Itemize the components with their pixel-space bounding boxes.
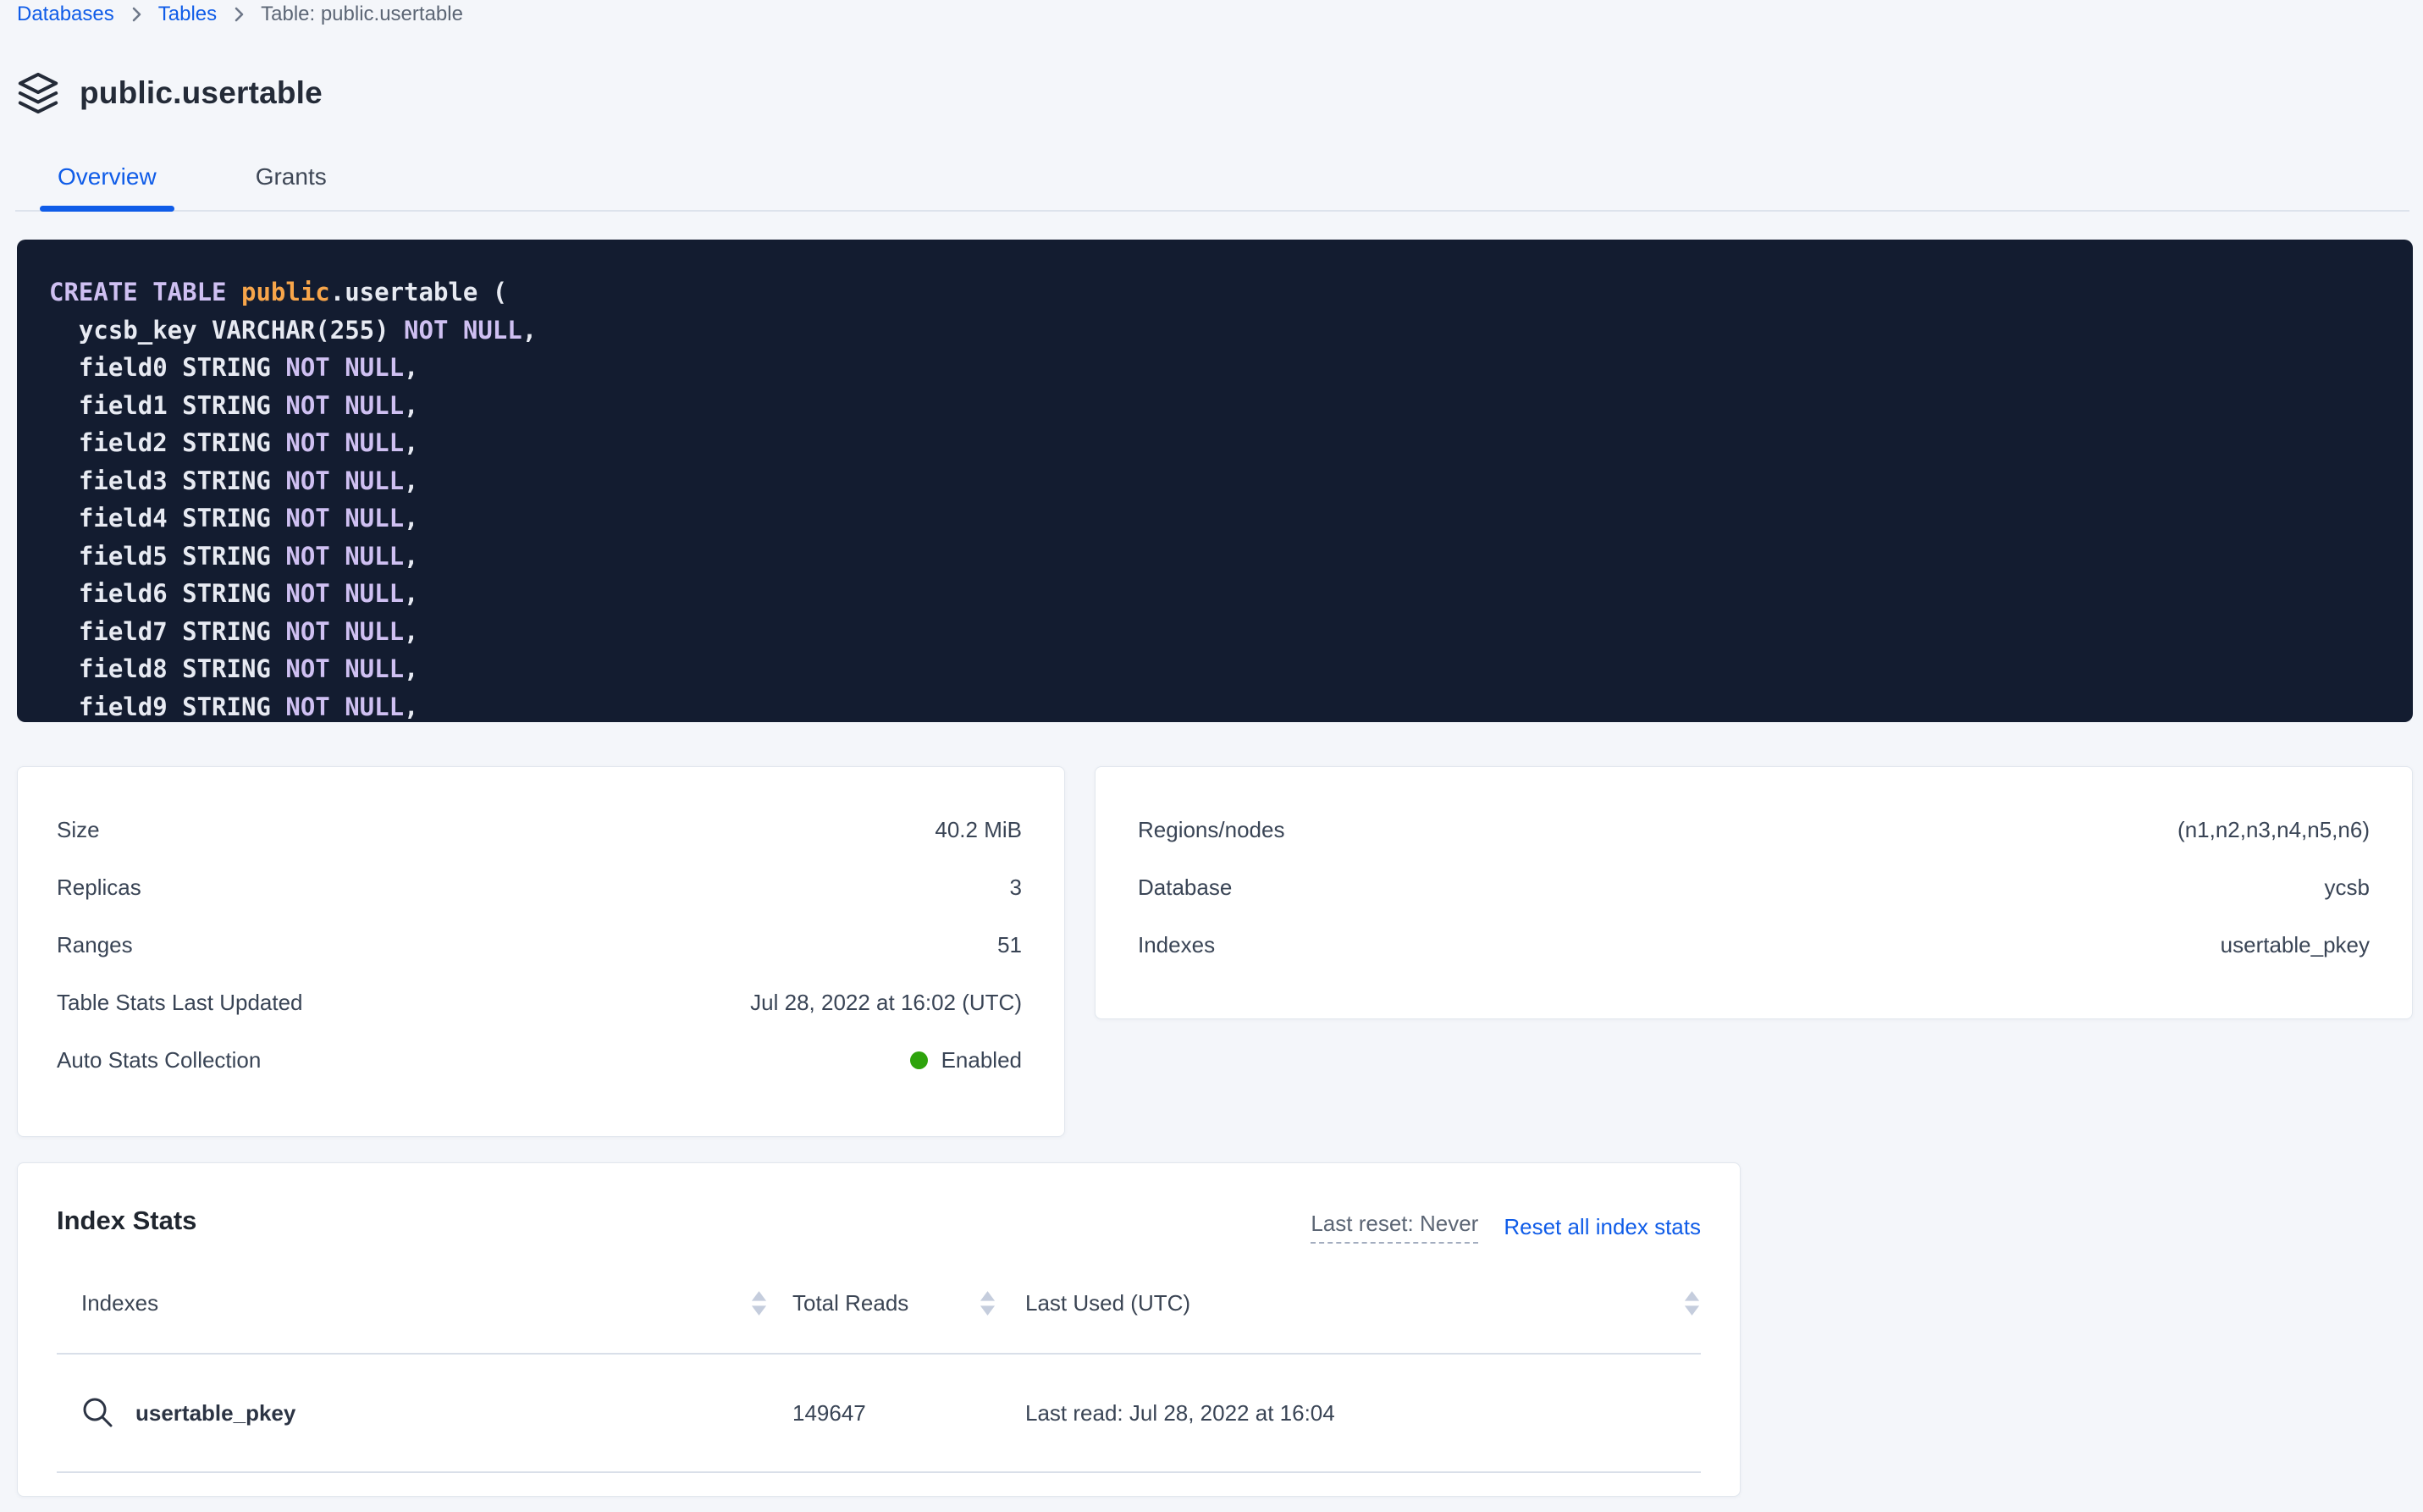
- chevron-right-icon: [232, 5, 246, 24]
- column-header-indexes[interactable]: Indexes: [57, 1289, 768, 1317]
- index-last-used: Last read: Jul 28, 2022 at 16:04: [996, 1400, 1701, 1426]
- page-title: public.usertable: [80, 75, 323, 111]
- table-meta-card: Regions/nodes (n1,n2,n3,n4,n5,n6) Database…: [1095, 766, 2413, 1019]
- detail-value: Jul 28, 2022 at 16:02 (UTC): [750, 990, 1022, 1016]
- column-header-indexes-label: Indexes: [81, 1290, 158, 1316]
- detail-value: 40.2 MiB: [935, 817, 1022, 843]
- create-table-statement: CREATE TABLE public.usertable ( ycsb_key…: [17, 240, 2413, 722]
- chevron-right-icon: [130, 5, 143, 24]
- column-header-total-reads-label: Total Reads: [792, 1290, 908, 1316]
- sql-line: ycsb_key VARCHAR(255) NOT NULL,: [49, 312, 2413, 350]
- breadcrumb-databases[interactable]: Databases: [17, 3, 114, 26]
- detail-row: Regions/nodes (n1,n2,n3,n4,n5,n6): [1138, 801, 2370, 858]
- sql-line: field3 STRING NOT NULL,: [49, 462, 2413, 500]
- column-header-last-used-label: Last Used (UTC): [1025, 1290, 1190, 1316]
- index-stats-header: Index Stats Last reset: Never Reset all …: [18, 1163, 1740, 1253]
- column-header-total-reads[interactable]: Total Reads: [768, 1289, 996, 1317]
- detail-label: Size: [57, 817, 100, 843]
- sort-arrows-icon: [979, 1289, 996, 1317]
- detail-label: Auto Stats Collection: [57, 1047, 261, 1073]
- index-total-reads: 149647: [768, 1400, 996, 1426]
- detail-row: Indexes usertable_pkey: [1138, 916, 2370, 974]
- sql-line: field0 STRING NOT NULL,: [49, 349, 2413, 387]
- detail-label: Indexes: [1138, 932, 1215, 958]
- detail-value: Enabled: [910, 1047, 1022, 1073]
- enabled-status-dot-icon: [910, 1051, 928, 1069]
- table-details-card: Size 40.2 MiB Replicas 3 Ranges 51 Table Stats…: [17, 766, 1065, 1137]
- detail-value: (n1,n2,n3,n4,n5,n6): [2177, 817, 2370, 843]
- sql-line: field2 STRING NOT NULL,: [49, 424, 2413, 462]
- tab-grants[interactable]: Grants: [238, 156, 345, 210]
- detail-value: ycsb: [2325, 875, 2370, 901]
- sql-line: field5 STRING NOT NULL,: [49, 538, 2413, 576]
- sql-line: field1 STRING NOT NULL,: [49, 387, 2413, 425]
- sql-code: CREATE TABLE public.usertable ( ycsb_key…: [49, 273, 2413, 722]
- sql-line: CREATE TABLE public.usertable (: [49, 273, 2413, 312]
- detail-row: Auto Stats Collection Enabled: [57, 1031, 1022, 1089]
- last-reset-label: Last reset: Never: [1311, 1211, 1478, 1244]
- detail-label: Table Stats Last Updated: [57, 990, 303, 1016]
- detail-value: usertable_pkey: [2221, 932, 2370, 958]
- detail-label: Ranges: [57, 932, 133, 958]
- tab-overview[interactable]: Overview: [40, 156, 174, 210]
- sort-arrows-icon: [750, 1289, 768, 1317]
- search-icon: [81, 1396, 115, 1430]
- column-header-last-used[interactable]: Last Used (UTC): [996, 1289, 1701, 1317]
- index-table-header-row: Indexes Total Reads Last Used (UTC): [57, 1253, 1701, 1355]
- detail-value: 3: [1010, 875, 1022, 901]
- index-stats-row: usertable_pkey 149647Last read: Jul 28, 2…: [57, 1355, 1701, 1473]
- detail-label: Database: [1138, 875, 1232, 901]
- detail-row: Replicas 3: [57, 858, 1022, 916]
- breadcrumb-tables[interactable]: Tables: [158, 3, 217, 26]
- breadcrumb-current: Table: public.usertable: [261, 3, 463, 26]
- sort-arrows-icon: [1683, 1289, 1701, 1317]
- detail-row: Size 40.2 MiB: [57, 801, 1022, 858]
- detail-value: 51: [997, 932, 1022, 958]
- detail-row: Table Stats Last Updated Jul 28, 2022 at …: [57, 974, 1022, 1031]
- tabs: Overview Grants: [15, 156, 2409, 212]
- detail-label: Replicas: [57, 875, 141, 901]
- reset-all-index-stats-link[interactable]: Reset all index stats: [1504, 1214, 1701, 1240]
- index-name-link[interactable]: usertable_pkey: [135, 1400, 295, 1426]
- index-stats-card: Index Stats Last reset: Never Reset all …: [17, 1162, 1741, 1497]
- index-stats-table: Indexes Total Reads Last Used (UTC): [57, 1253, 1701, 1473]
- breadcrumb: Databases Tables Table: public.usertable: [17, 2, 463, 27]
- detail-label: Regions/nodes: [1138, 817, 1284, 843]
- table-stack-icon: [17, 71, 59, 115]
- detail-row: Database ycsb: [1138, 858, 2370, 916]
- sql-line: field8 STRING NOT NULL,: [49, 650, 2413, 688]
- sql-line: field6 STRING NOT NULL,: [49, 575, 2413, 613]
- sql-line: field4 STRING NOT NULL,: [49, 499, 2413, 538]
- detail-row: Ranges 51: [57, 916, 1022, 974]
- index-table-body: usertable_pkey 149647Last read: Jul 28, 2…: [57, 1355, 1701, 1473]
- sql-line: field7 STRING NOT NULL,: [49, 613, 2413, 651]
- index-stats-title: Index Stats: [57, 1206, 196, 1236]
- sql-line: field9 STRING NOT NULL,: [49, 688, 2413, 723]
- page-header: public.usertable: [17, 69, 323, 117]
